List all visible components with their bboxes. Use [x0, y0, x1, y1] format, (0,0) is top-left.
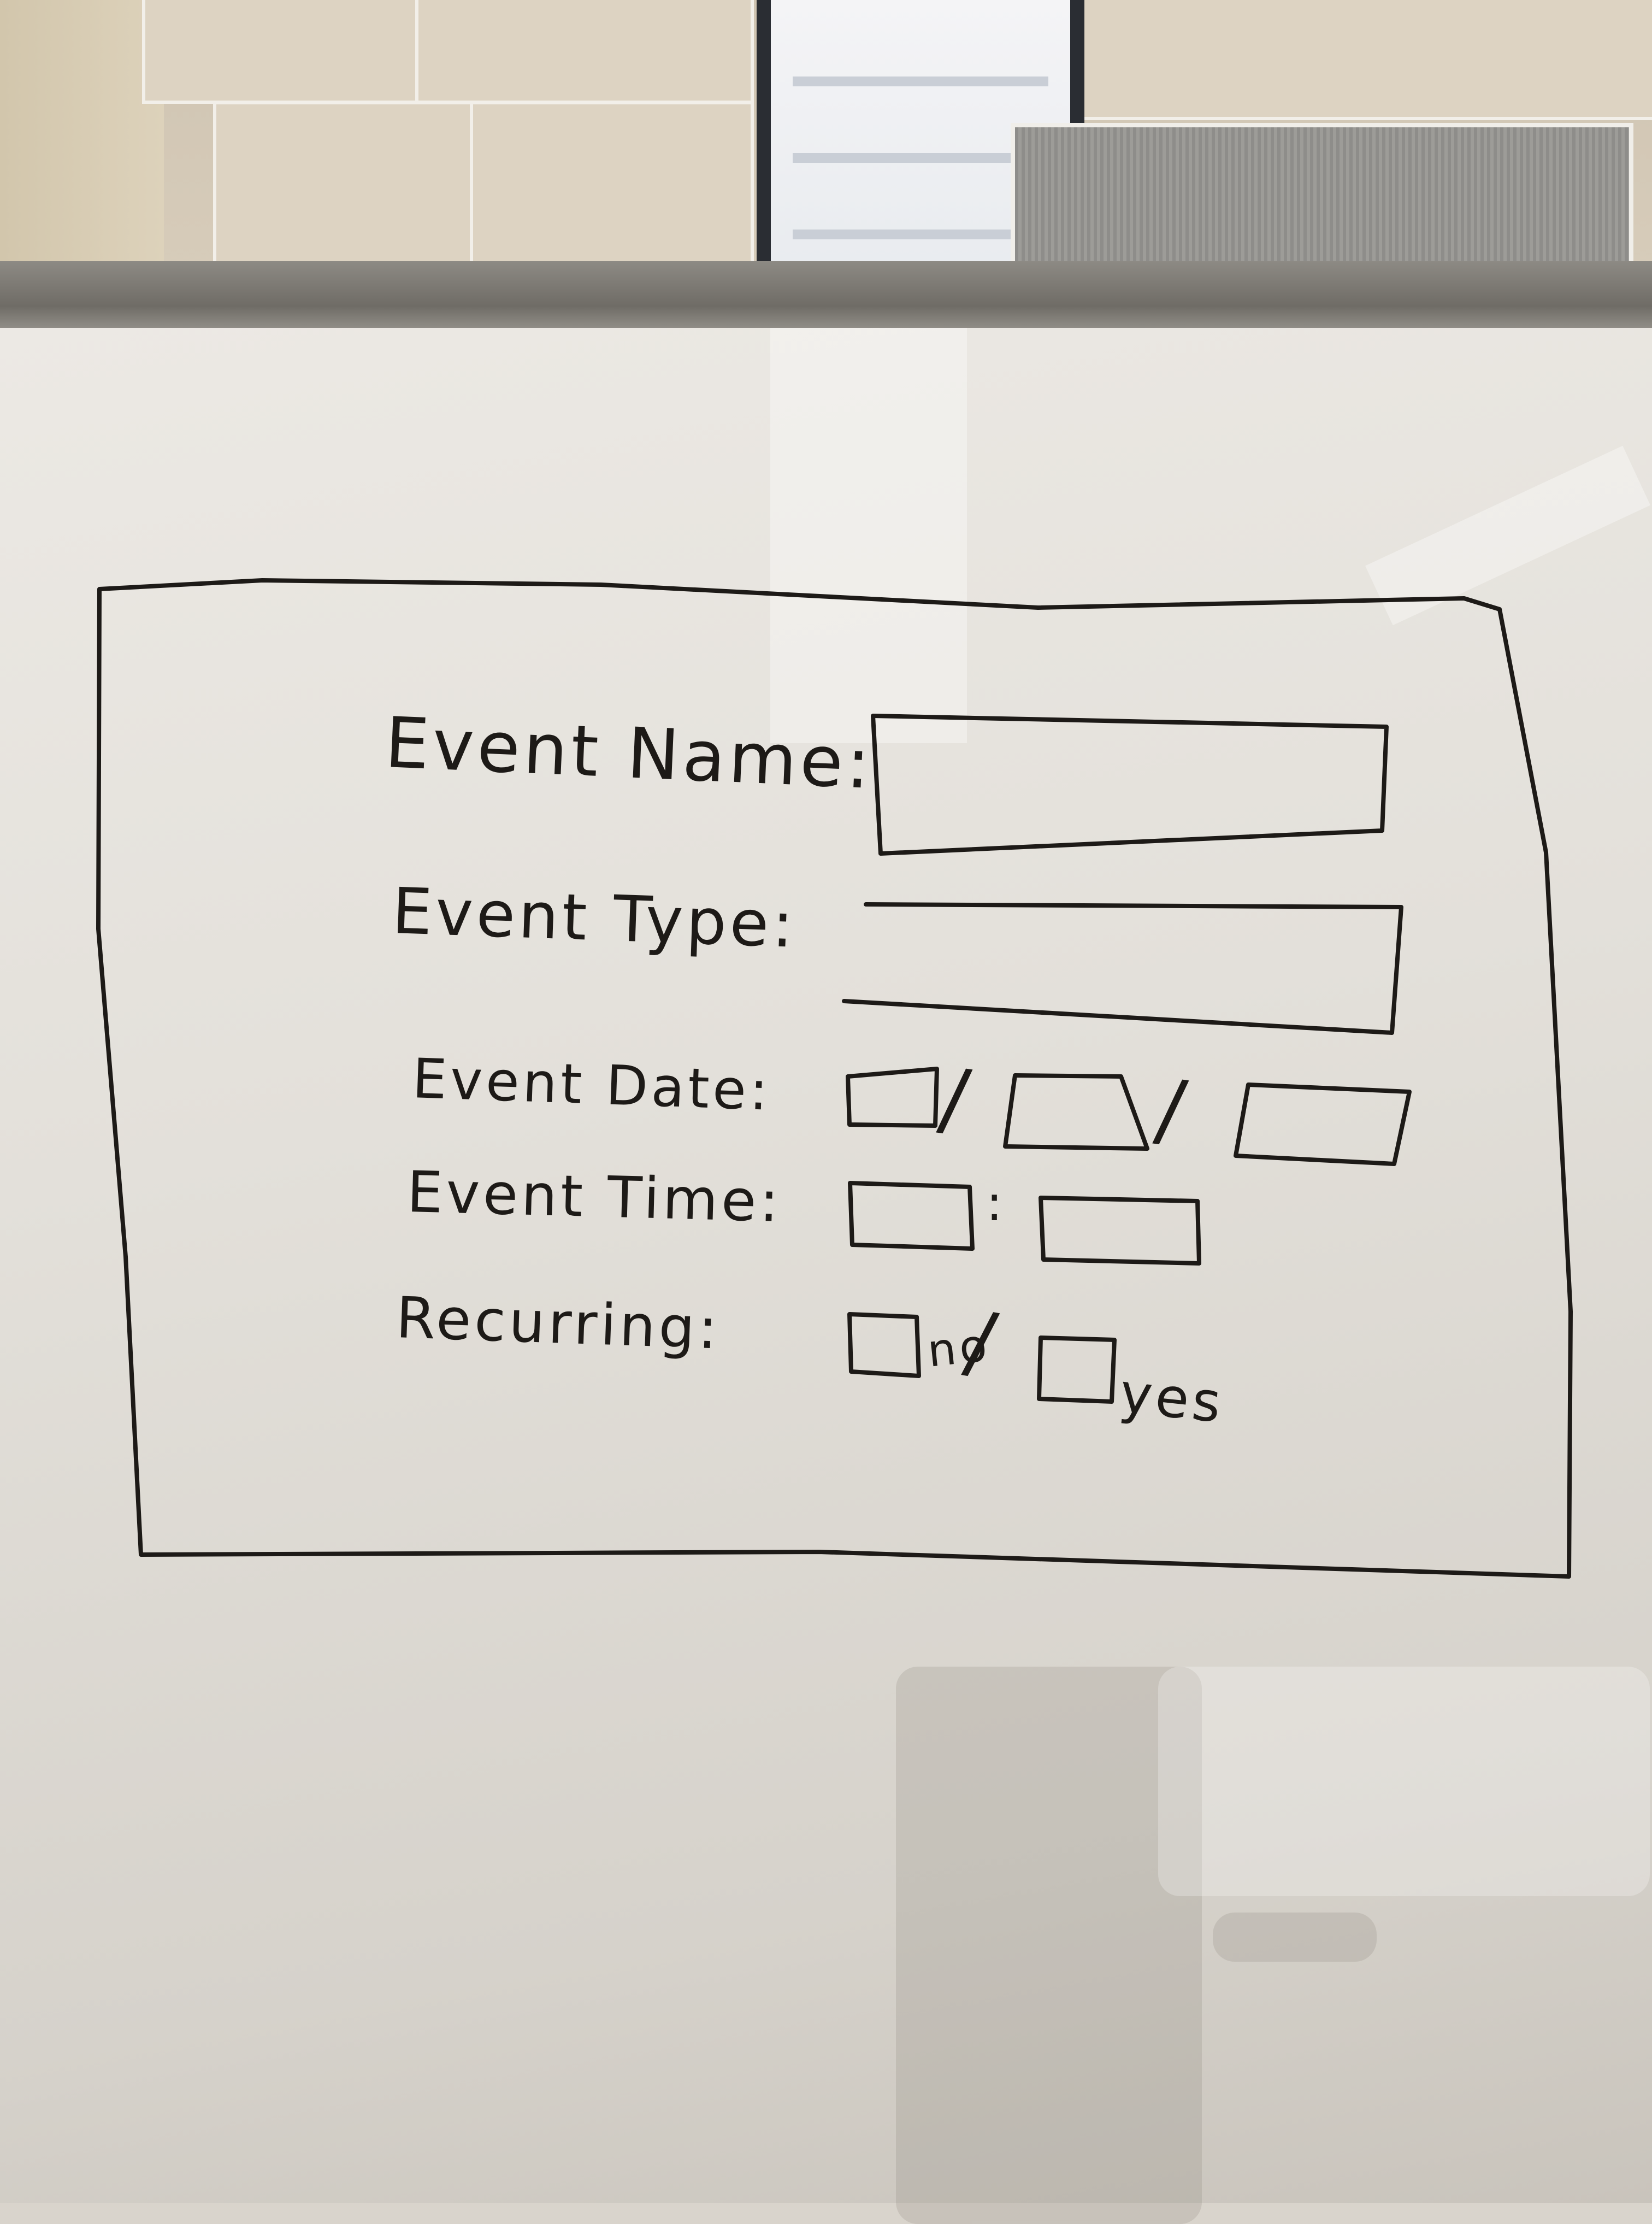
sketch-drawing	[96, 578, 1573, 1579]
time-minute-box	[1039, 1196, 1201, 1266]
recurring-no-label: no	[925, 1319, 993, 1378]
time-separator: :	[986, 1175, 1006, 1232]
event-name-input-box	[871, 714, 1389, 856]
event-type-label: Event Type:	[391, 874, 798, 962]
event-date-label: Event Date:	[411, 1046, 772, 1123]
date-year-box	[1234, 1082, 1412, 1166]
time-hour-box	[848, 1181, 975, 1251]
event-type-input-box	[842, 902, 1403, 1035]
event-time-label: Event Time:	[406, 1158, 783, 1235]
date-month-box	[846, 1067, 939, 1128]
date-day-box	[1003, 1073, 1149, 1151]
recurring-label: Recurring:	[394, 1284, 722, 1362]
recurring-yes-checkbox	[1037, 1335, 1117, 1404]
recurring-no-checkbox	[847, 1312, 921, 1378]
recurring-yes-label: yes	[1117, 1361, 1228, 1435]
